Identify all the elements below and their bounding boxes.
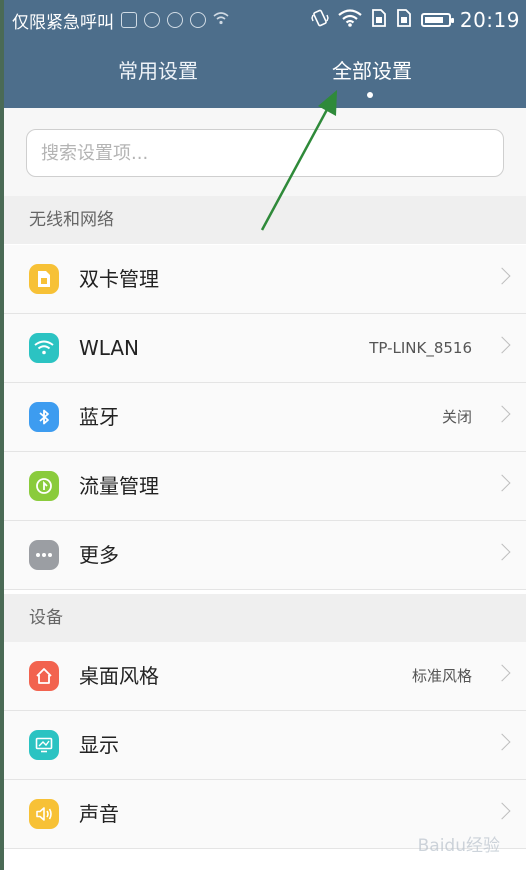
settings-item-data-usage[interactable]: 流量管理 <box>4 452 526 521</box>
sim-icon <box>371 8 387 32</box>
wifi-icon <box>213 10 229 30</box>
chevron-right-icon <box>493 664 511 682</box>
settings-item-display[interactable]: 显示 <box>4 711 526 780</box>
settings-item-value: TP-LINK_8516 <box>369 339 472 357</box>
home-icon <box>29 661 59 691</box>
settings-item-label: 蓝牙 <box>79 405 119 429</box>
chevron-right-icon <box>493 733 511 751</box>
settings-item-value: 标准风格 <box>411 667 472 685</box>
wifi-icon <box>338 8 362 32</box>
settings-item-label: 更多 <box>79 543 119 567</box>
more-icon <box>29 540 59 570</box>
chevron-right-icon <box>493 474 511 492</box>
settings-item-dual-sim[interactable]: 双卡管理 <box>4 245 526 314</box>
status-time: 20:19 <box>459 8 520 32</box>
wifi-icon <box>29 333 59 363</box>
data-usage-icon <box>29 471 59 501</box>
status-bar: 仅限紧急呼叫 20:19 <box>4 0 526 40</box>
settings-item-value: 关闭 <box>441 408 472 426</box>
chevron-right-icon <box>493 543 511 561</box>
sim-icon <box>396 8 412 32</box>
sound-icon <box>29 799 59 829</box>
display-icon <box>29 730 59 760</box>
settings-item-label: 双卡管理 <box>79 267 159 291</box>
chevron-right-icon <box>493 802 511 820</box>
bluetooth-icon <box>29 402 59 432</box>
header: 仅限紧急呼叫 20:19 常用设置 全部设置 <box>4 0 526 108</box>
cloud-icon <box>167 12 183 28</box>
settings-item-label: 声音 <box>79 802 119 826</box>
robot-icon <box>190 12 206 28</box>
settings-item-label: 桌面风格 <box>79 664 159 688</box>
section-header-device: 设备 <box>4 594 526 642</box>
screen: 仅限紧急呼叫 20:19 常用设置 全部设置 搜索设置项... 无线和网络 双卡… <box>0 0 526 870</box>
search-area <box>4 108 526 196</box>
search-input[interactable] <box>27 130 503 176</box>
settings-item-label: 流量管理 <box>79 474 159 498</box>
settings-item-bluetooth[interactable]: 蓝牙 关闭 <box>4 383 526 452</box>
search-box[interactable] <box>26 129 504 177</box>
chevron-right-icon <box>493 267 511 285</box>
carrier-text: 仅限紧急呼叫 <box>12 12 114 33</box>
robot-icon <box>144 12 160 28</box>
section-header-wireless: 无线和网络 <box>4 196 526 244</box>
tab-common-settings[interactable]: 常用设置 <box>118 55 198 84</box>
settings-item-wlan[interactable]: WLAN TP-LINK_8516 <box>4 314 526 383</box>
chevron-right-icon <box>493 336 511 354</box>
sim-card-icon <box>29 264 59 294</box>
tab-bar: 常用设置 全部设置 <box>4 55 526 95</box>
vibrate-icon <box>311 9 329 32</box>
active-tab-indicator <box>367 92 373 98</box>
settings-item-more[interactable]: 更多 <box>4 521 526 590</box>
watermark: Baidu经验 <box>417 836 500 856</box>
image-icon <box>121 12 137 28</box>
settings-item-label: 显示 <box>79 733 119 757</box>
tab-all-settings[interactable]: 全部设置 <box>332 55 412 84</box>
battery-icon <box>420 13 454 27</box>
settings-item-label: WLAN <box>79 336 140 360</box>
settings-item-home-style[interactable]: 桌面风格 标准风格 <box>4 642 526 711</box>
chevron-right-icon <box>493 405 511 423</box>
